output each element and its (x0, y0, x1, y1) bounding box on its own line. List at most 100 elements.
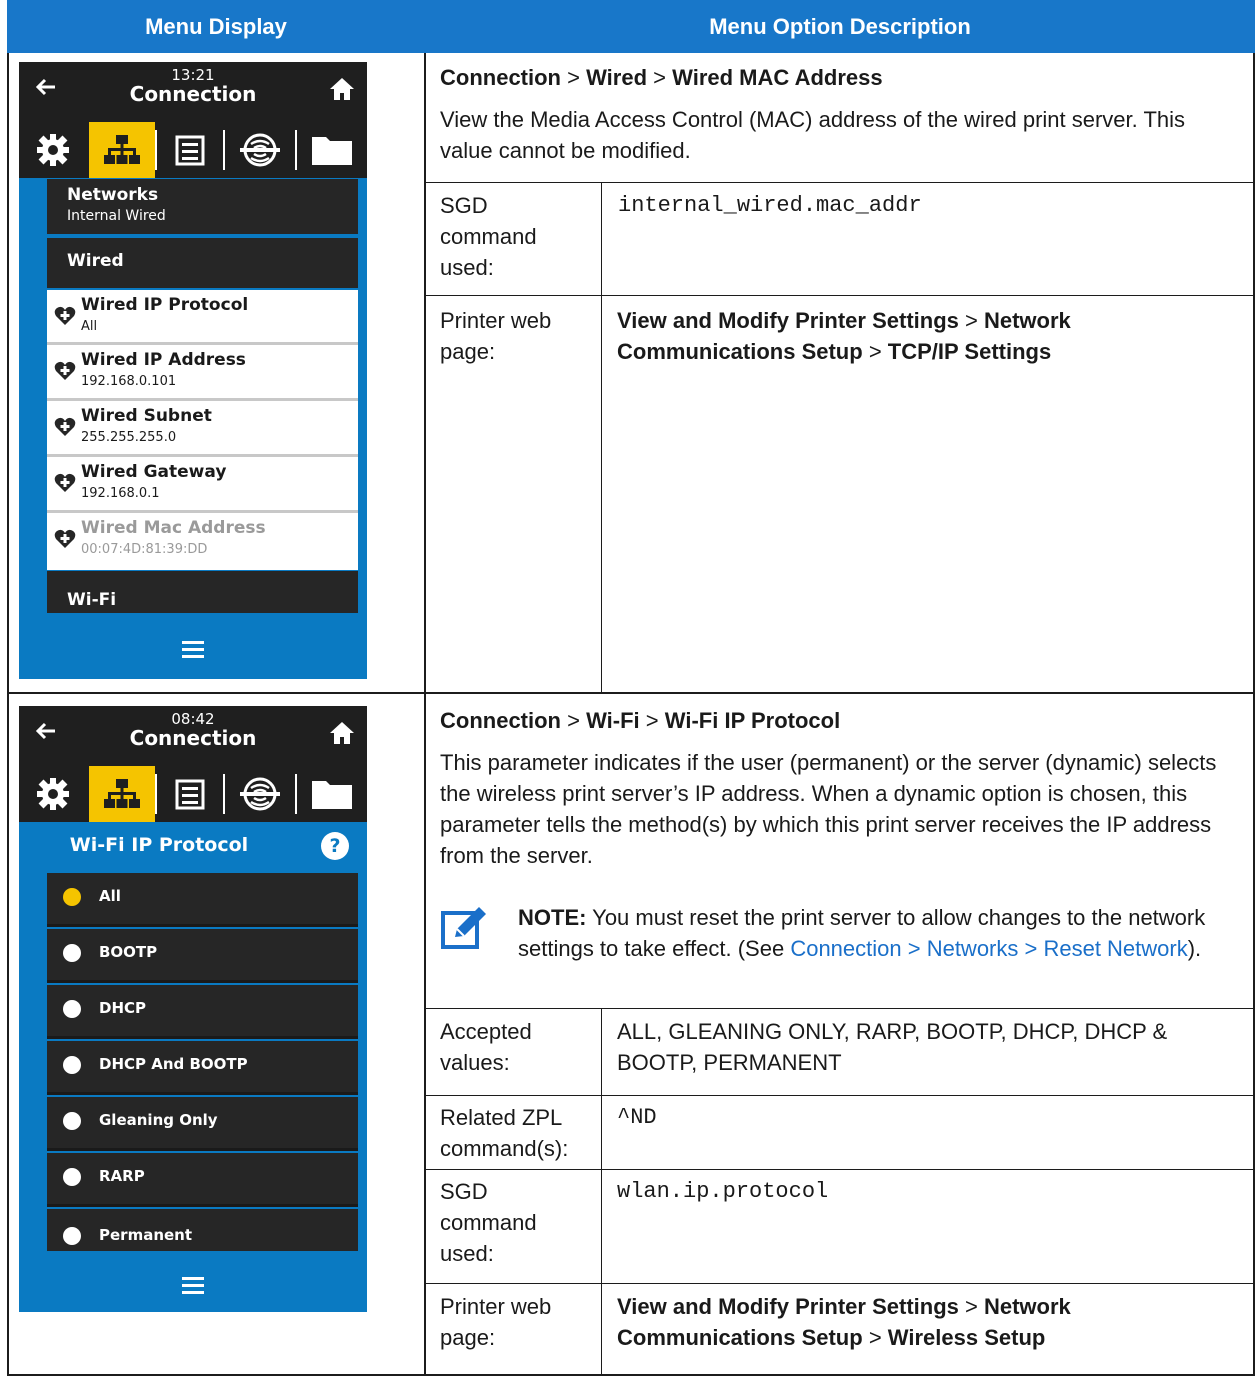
networks-row[interactable]: Networks Internal Wired (47, 179, 358, 234)
printer-icon (175, 135, 205, 166)
list-item-wired-gateway[interactable]: Wired Gateway 192.168.0.1 (47, 457, 358, 513)
setting-heading: Wi-Fi IP Protocol (69, 834, 249, 856)
label-printer-web-page: Printer web page: (440, 1294, 552, 1350)
screen-title: Connection (129, 726, 257, 750)
option-bootp[interactable]: BOOTP (47, 929, 358, 983)
help-icon[interactable]: ? (321, 832, 349, 860)
tab-settings[interactable] (19, 122, 87, 178)
list-item-wired-ip-protocol[interactable]: Wired IP Protocol All (47, 290, 358, 345)
inner-rule (424, 1008, 1255, 1009)
option-label: RARP (99, 1167, 145, 1185)
wired-section-header: Wired (47, 238, 358, 288)
option-label: All (99, 887, 121, 905)
item-value: 00:07:4D:81:39:DD (81, 542, 208, 557)
tab-storage[interactable] (297, 122, 367, 178)
option-label: Permanent (99, 1226, 193, 1244)
item-title: Wired Gateway (81, 462, 227, 482)
item-value: 192.168.0.101 (81, 374, 177, 389)
radio-unselected (63, 1112, 81, 1130)
description-1: View the Media Access Control (MAC) addr… (440, 107, 1186, 163)
tab-rfid[interactable] (225, 122, 295, 178)
note-icon (441, 907, 486, 949)
label-sgd-command: SGD command used: (440, 1179, 537, 1266)
description-2: This parameter indicates if the user (pe… (440, 750, 1217, 868)
table-border-left (7, 53, 9, 1376)
printer-screen-connection-wired: 13:21 Connection Networks Internal Wired… (19, 62, 367, 679)
home-icon[interactable] (329, 76, 355, 102)
option-all[interactable]: All (47, 873, 358, 927)
option-label: Gleaning Only (99, 1111, 218, 1129)
network-icon (104, 135, 140, 164)
table-border-right (1253, 53, 1255, 1376)
radio-unselected (63, 1227, 81, 1245)
screen-topbar: 13:21 Connection (19, 62, 367, 122)
heart-plus-icon[interactable] (54, 416, 76, 438)
inner-rule (424, 295, 1255, 296)
tab-settings[interactable] (19, 766, 87, 822)
value-printer-web-page: View and Modify Printer Settings > Netwo… (617, 1294, 1071, 1350)
option-gleaning-only[interactable]: Gleaning Only (47, 1097, 358, 1151)
label-printer-web-page: Printer web page: (440, 308, 552, 364)
tab-storage[interactable] (297, 766, 367, 822)
value-printer-web-page: View and Modify Printer Settings > Netwo… (617, 308, 1071, 364)
header-menu-option-description: Menu Option Description (709, 14, 971, 39)
networks-subtitle: Internal Wired (67, 208, 166, 224)
rfid-icon (240, 777, 280, 811)
heart-plus-icon[interactable] (54, 305, 76, 327)
tab-rfid[interactable] (225, 766, 295, 822)
network-icon (104, 779, 140, 808)
wifi-section-header[interactable]: Wi-Fi (47, 571, 358, 613)
radio-unselected (63, 1056, 81, 1074)
option-permanent[interactable]: Permanent (47, 1209, 358, 1251)
rfid-icon (240, 133, 280, 167)
category-tabs (19, 122, 367, 178)
item-title: Wired Subnet (81, 406, 212, 426)
value-sgd-command: wlan.ip.protocol (617, 1179, 829, 1204)
table-header: Menu Display Menu Option Description (7, 0, 1255, 53)
heart-plus-icon[interactable] (54, 472, 76, 494)
menu-icon[interactable] (182, 641, 204, 662)
inner-col-rule (601, 182, 602, 692)
tab-connection[interactable] (89, 122, 155, 178)
item-title: Wired IP Address (81, 350, 246, 370)
value-sgd-command: internal_wired.mac_addr (618, 193, 922, 218)
printer-screen-wifi-ip-protocol: 08:42 Connection Wi-Fi IP Protocol ? All… (19, 706, 367, 1312)
item-value: 255.255.255.0 (81, 430, 177, 445)
label-related-zpl: Related ZPL command(s): (440, 1105, 569, 1161)
option-label: BOOTP (99, 943, 158, 961)
category-tabs (19, 766, 367, 822)
menu-icon[interactable] (182, 1277, 204, 1298)
tab-connection[interactable] (89, 766, 155, 822)
inner-col-rule (601, 1008, 602, 1374)
item-title: Wired Mac Address (81, 518, 266, 538)
inner-rule (424, 1095, 1255, 1096)
option-label: DHCP (99, 999, 147, 1017)
option-dhcp[interactable]: DHCP (47, 985, 358, 1039)
list-item-wired-ip-address[interactable]: Wired IP Address 192.168.0.101 (47, 345, 358, 401)
list-item-wired-mac-address[interactable]: Wired Mac Address 00:07:4D:81:39:DD (47, 513, 358, 570)
radio-unselected (63, 1000, 81, 1018)
home-icon[interactable] (329, 720, 355, 746)
wifi-section-label: Wi-Fi (67, 590, 117, 610)
tab-print[interactable] (157, 122, 223, 178)
radio-unselected (63, 1168, 81, 1186)
folder-icon (312, 137, 352, 165)
radio-selected (63, 888, 81, 906)
heart-plus-icon[interactable] (54, 528, 76, 550)
tab-print[interactable] (157, 766, 223, 822)
list-item-wired-subnet[interactable]: Wired Subnet 255.255.255.0 (47, 401, 358, 457)
row-divider (7, 692, 1255, 694)
option-rarp[interactable]: RARP (47, 1153, 358, 1207)
reset-network-link[interactable]: Connection > Networks > Reset Network (790, 936, 1187, 961)
value-accepted-values: ALL, GLEANING ONLY, RARP, BOOTP, DHCP, D… (617, 1019, 1168, 1075)
item-value: All (81, 319, 98, 334)
screen-topbar: 08:42 Connection (19, 706, 367, 766)
option-dhcp-and-bootp[interactable]: DHCP And BOOTP (47, 1041, 358, 1095)
radio-unselected (63, 944, 81, 962)
printer-icon (175, 779, 205, 810)
note-text: NOTE: You must reset the print server to… (518, 905, 1206, 961)
heart-plus-icon[interactable] (54, 360, 76, 382)
value-related-zpl: ^ND (617, 1105, 657, 1130)
inner-rule (424, 182, 1255, 183)
folder-icon (312, 781, 352, 809)
